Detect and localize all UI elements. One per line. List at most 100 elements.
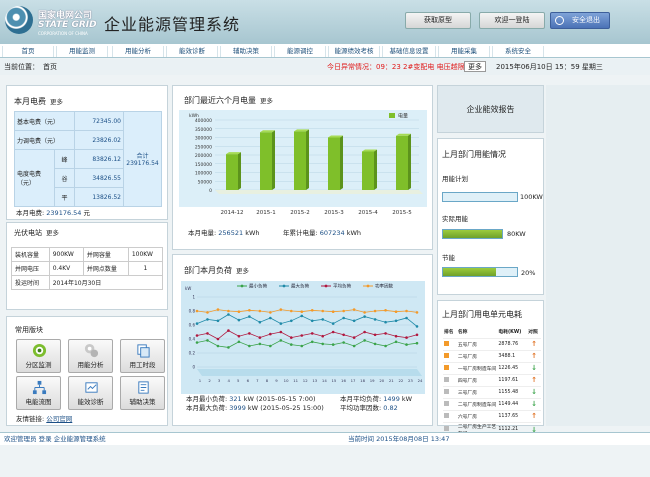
series-point: [206, 318, 209, 321]
nav-monitor[interactable]: 用能监测: [56, 46, 108, 57]
logout-button[interactable]: 安全退出: [550, 12, 610, 29]
saving-label: 节能: [442, 254, 455, 262]
series-point: [342, 309, 345, 313]
alarm-text: 今日异常情况：09：23 2#变配电 电压越限: [327, 63, 465, 71]
nav-analysis[interactable]: 用能分析: [112, 46, 164, 57]
series-point: [321, 334, 325, 338]
arrow-up-icon: ↑: [527, 410, 541, 423]
usage-title: 上月部门用能情况: [442, 150, 506, 159]
bar: [294, 131, 306, 190]
series-point: [248, 344, 251, 348]
series-point: [363, 315, 366, 318]
y-tick-label: 100000: [195, 171, 212, 177]
table-row: 三号厂房 1155.48 ↓: [443, 386, 541, 399]
pv-more-link[interactable]: 更多: [46, 229, 59, 237]
energy-chart-more-link[interactable]: 更多: [260, 97, 273, 105]
series-point: [342, 341, 345, 344]
monthly-cost-more-link[interactable]: 更多: [50, 98, 63, 106]
nav-home[interactable]: 首页: [2, 46, 54, 57]
series-point: [384, 344, 387, 348]
welcome-login-button[interactable]: 欢迎一登陆: [479, 12, 545, 29]
table-row: 五号厂房 2878.76 ↑: [443, 338, 541, 351]
y-tick-label: 50000: [198, 179, 212, 185]
plan-label: 用能计划: [442, 175, 468, 183]
header-cell: 电耗(KW): [497, 326, 528, 339]
nav-diagnosis[interactable]: 能效诊断: [166, 46, 218, 57]
efficiency-report-panel[interactable]: 企业能效报告: [437, 85, 544, 133]
x-tick-label: 17: [351, 378, 356, 383]
current-date: 2015年06月10日 15：59 星期三: [496, 63, 603, 71]
power-flow-button[interactable]: 电能流图: [16, 376, 61, 410]
efficiency-diagnosis-button[interactable]: 能效诊断: [68, 376, 113, 410]
legend-label: 功率因数: [375, 283, 393, 290]
monthly-cost-panel: 本月电费 更多 基本电费（元） 72345.00 合计 239176.54 力调电费（元…: [6, 85, 168, 220]
series-point: [384, 320, 387, 324]
unit-value: 1226.45: [497, 362, 528, 375]
peak-value: 83826.12: [74, 149, 124, 169]
company-site-link[interactable]: 公司官网: [46, 415, 72, 423]
series-point: [195, 322, 199, 325]
load-summary-right: 本月平均负荷: 1499 kW 平均功率因数: 0.82: [340, 395, 413, 412]
nav-control[interactable]: 能源调控: [274, 46, 326, 57]
pv-cell: 装机容量: [11, 247, 50, 262]
rank-icon: [444, 376, 449, 382]
series-point: [248, 309, 251, 312]
x-tick-label: 12: [303, 378, 308, 383]
series-point: [310, 340, 314, 344]
series-point: [310, 332, 314, 335]
table-row: 二号厂房 3488.1 ↑: [443, 350, 541, 363]
unit-name: 三号厂房: [456, 386, 498, 399]
year-energy-summary: 年累计电量: 607234 kWh: [283, 229, 361, 237]
bar-side: [306, 129, 309, 190]
unit-value: 2878.76: [497, 338, 528, 351]
series-point: [300, 344, 304, 348]
series-point: [310, 319, 314, 323]
load-chart-more-link[interactable]: 更多: [236, 267, 249, 275]
pv-cell: 900KW: [48, 247, 84, 262]
saving-bar: [442, 267, 518, 277]
legend-label: 电量: [398, 113, 408, 120]
usage-panel: 上月部门用能情况 用能计划 100KW 实际用能 80KW 节能 20%: [437, 138, 544, 295]
copy-icon: [137, 344, 150, 358]
unit-cost-title: 上月部门用电单元电耗: [442, 310, 522, 319]
bar: [328, 137, 340, 190]
nav-performance[interactable]: 能源绩效考核: [328, 46, 380, 57]
x-tick-label: 20: [379, 378, 384, 383]
nav-basic-info[interactable]: 基础信息设置: [382, 46, 436, 57]
nav-collection[interactable]: 用能采集: [438, 46, 490, 57]
system-title: 企业能源管理系统: [104, 15, 241, 34]
series-point: [405, 316, 408, 320]
energy-analysis-button[interactable]: 用能分析: [68, 339, 113, 373]
decision-support-button[interactable]: 辅助决策: [120, 376, 165, 410]
series-point: [363, 311, 366, 314]
unit-value: 1149.44: [497, 398, 528, 411]
series-point: [195, 334, 199, 337]
arrow-down-icon: ↓: [527, 398, 541, 411]
x-tick-label: 2014-12: [221, 210, 244, 216]
zone-monitor-button[interactable]: 分区监测: [16, 339, 61, 373]
logo-icon: [5, 6, 33, 34]
alarm-more-button[interactable]: 更多: [464, 61, 486, 72]
energy-chart-title: 部门最近六个月电量 更多: [184, 96, 273, 105]
series-point: [289, 319, 293, 323]
nav-decision[interactable]: 辅助决策: [220, 46, 272, 57]
x-tick-label: 23: [408, 378, 413, 383]
unit-name: 六号厂房: [456, 410, 498, 423]
get-prototype-button[interactable]: 获取原型: [405, 12, 471, 29]
x-tick-label: 14: [322, 378, 327, 383]
x-tick-label: 2015-3: [324, 210, 344, 216]
series-point: [352, 308, 356, 311]
right-margin: [546, 85, 650, 426]
unit-cost-table: 排名 名称 电耗(KW) 对照 五号厂房 2878.76 ↑ 二号厂房 3488.1 ↑ 一…: [443, 326, 541, 438]
breadcrumb[interactable]: 首页: [43, 59, 57, 75]
work-period-button[interactable]: 用工时段: [120, 339, 165, 373]
series-point: [342, 333, 345, 337]
y-tick-label: 300000: [195, 136, 212, 142]
series-point: [269, 311, 272, 314]
energy-fee-label: 电度电费（元）: [14, 149, 55, 207]
nav-security[interactable]: 系统安全: [492, 46, 544, 57]
x-tick-label: 10: [284, 378, 289, 383]
series-point: [373, 309, 377, 313]
series-point: [206, 339, 209, 342]
power-factor-fee-label: 力调电费（元）: [14, 130, 75, 150]
